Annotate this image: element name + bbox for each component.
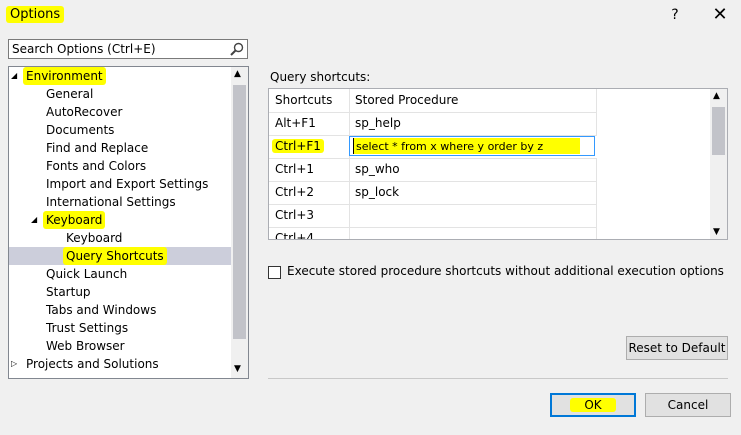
tree-item-label: Import and Export Settings bbox=[46, 177, 209, 191]
scroll-down-icon[interactable]: ▼ bbox=[713, 227, 720, 237]
tree-item[interactable]: Find and Replace bbox=[9, 139, 231, 157]
tree-item[interactable]: ◢ Keyboard bbox=[9, 211, 231, 229]
shortcut-cell[interactable]: Ctrl+2 bbox=[269, 181, 350, 204]
tree-item-label: Find and Replace bbox=[46, 141, 149, 155]
tree-item-label: Startup bbox=[46, 285, 91, 299]
search-icon[interactable] bbox=[229, 41, 245, 57]
shortcut-key: Ctrl+F1 bbox=[272, 139, 324, 153]
tree-item[interactable]: Trust Settings bbox=[9, 319, 231, 337]
procedure-cell[interactable]: sp_help bbox=[350, 112, 597, 135]
table-row[interactable]: Ctrl+4 bbox=[269, 227, 597, 240]
tree-item[interactable]: Query Shortcuts bbox=[9, 247, 231, 265]
tree-item-label: Query Shortcuts bbox=[63, 247, 167, 265]
tree-item[interactable]: Tabs and Windows bbox=[9, 301, 231, 319]
title-bar: Options ? ✕ bbox=[0, 0, 741, 32]
procedure-name: sp_who bbox=[355, 162, 400, 176]
tree-item-label: Tabs and Windows bbox=[46, 303, 157, 317]
tree-item-label: Projects and Solutions bbox=[26, 357, 159, 371]
tree-item[interactable]: Startup bbox=[9, 283, 231, 301]
tree-scroll-thumb[interactable] bbox=[233, 85, 246, 339]
procedure-input[interactable] bbox=[353, 138, 580, 154]
exec-shortcuts-label[interactable]: Execute stored procedure shortcuts witho… bbox=[287, 264, 724, 278]
shortcut-cell[interactable]: Ctrl+3 bbox=[269, 204, 350, 227]
table-row[interactable]: Ctrl+2 sp_lock bbox=[269, 181, 597, 205]
scroll-up-icon[interactable]: ▲ bbox=[713, 91, 720, 101]
tree-item-label: Fonts and Colors bbox=[46, 159, 147, 173]
tree-item-label: International Settings bbox=[46, 195, 176, 209]
reset-to-default-button[interactable]: Reset to Default bbox=[626, 336, 728, 360]
expanded-arrow-icon[interactable]: ◢ bbox=[31, 211, 37, 229]
tree-item[interactable]: General bbox=[9, 85, 231, 103]
ok-label: OK bbox=[570, 398, 616, 412]
tree-item-label: Keyboard bbox=[66, 231, 123, 245]
tree-item[interactable]: Documents bbox=[9, 121, 231, 139]
procedure-cell[interactable]: sp_lock bbox=[350, 181, 597, 204]
tree-item[interactable]: ▷ Projects and Solutions bbox=[9, 355, 231, 373]
window-title: Options bbox=[6, 6, 65, 23]
shortcut-key: Ctrl+1 bbox=[275, 162, 315, 176]
tree-item-label: Trust Settings bbox=[46, 321, 129, 335]
tree-item[interactable]: International Settings bbox=[9, 193, 231, 211]
tree-item-label: Keyboard bbox=[43, 211, 106, 229]
tree-item-label: General bbox=[46, 87, 94, 101]
shortcut-key: Ctrl+2 bbox=[275, 185, 315, 199]
tree-item-label: Web Browser bbox=[46, 339, 125, 353]
column-header-procedure[interactable]: Stored Procedure bbox=[350, 89, 597, 112]
procedure-cell[interactable] bbox=[350, 204, 597, 227]
table-row[interactable]: Ctrl+1 sp_who bbox=[269, 158, 597, 182]
tree-item[interactable]: Web Browser bbox=[9, 337, 231, 355]
shortcut-cell[interactable]: Alt+F1 bbox=[269, 112, 350, 135]
shortcut-key: Alt+F1 bbox=[275, 116, 316, 130]
shortcut-cell[interactable]: Ctrl+1 bbox=[269, 158, 350, 181]
options-tree: ◢ Environment General AutoRecover Documents F… bbox=[8, 66, 249, 379]
procedure-name bbox=[352, 208, 358, 222]
query-shortcuts-grid: Shortcuts Stored Procedure Alt+F1 sp_help Ct… bbox=[268, 88, 728, 240]
tree-item[interactable]: Fonts and Colors bbox=[9, 157, 231, 175]
cancel-button[interactable]: Cancel bbox=[645, 393, 731, 417]
expanded-arrow-icon[interactable]: ◢ bbox=[11, 67, 17, 85]
column-header-shortcuts[interactable]: Shortcuts bbox=[269, 89, 350, 112]
grid-header: Shortcuts Stored Procedure bbox=[269, 89, 597, 113]
tree-item[interactable]: ◢ Environment bbox=[9, 67, 231, 85]
grid-scrollbar[interactable]: ▲ ▼ bbox=[710, 89, 727, 239]
procedure-name: sp_help bbox=[355, 116, 401, 130]
divider bbox=[268, 378, 728, 379]
table-row[interactable]: Alt+F1 sp_help bbox=[269, 112, 597, 136]
shortcut-cell[interactable]: Ctrl+F1 bbox=[269, 135, 350, 158]
shortcut-key: Ctrl+4 bbox=[275, 231, 315, 240]
exec-shortcuts-checkbox[interactable] bbox=[268, 266, 281, 279]
tree-item-label: Quick Launch bbox=[46, 267, 128, 281]
procedure-name bbox=[352, 231, 358, 239]
procedure-cell[interactable] bbox=[350, 227, 597, 239]
grid-scroll-thumb[interactable] bbox=[712, 107, 725, 155]
tree-item-label: Environment bbox=[23, 67, 106, 85]
shortcut-key: Ctrl+3 bbox=[275, 208, 315, 222]
tree-item-label: AutoRecover bbox=[46, 105, 123, 119]
scroll-up-icon[interactable]: ▲ bbox=[234, 69, 241, 79]
search-input[interactable] bbox=[12, 41, 222, 57]
tree-item[interactable]: Keyboard bbox=[9, 229, 231, 247]
tree-item[interactable]: AutoRecover bbox=[9, 103, 231, 121]
scroll-down-icon[interactable]: ▼ bbox=[234, 364, 241, 374]
procedure-edit-cell[interactable] bbox=[349, 136, 595, 156]
tree-item[interactable]: Quick Launch bbox=[9, 265, 231, 283]
search-box[interactable] bbox=[8, 39, 248, 59]
tree-item[interactable]: Import and Export Settings bbox=[9, 175, 231, 193]
tree-item-label: Documents bbox=[46, 123, 115, 137]
table-row[interactable]: Ctrl+F1 bbox=[269, 135, 597, 159]
shortcut-cell[interactable]: Ctrl+4 bbox=[269, 227, 350, 240]
collapsed-arrow-icon[interactable]: ▷ bbox=[11, 355, 17, 373]
ok-button[interactable]: OK bbox=[550, 393, 636, 417]
column-header-label: Stored Procedure bbox=[355, 93, 459, 107]
procedure-cell[interactable]: sp_who bbox=[350, 158, 597, 181]
procedure-name: sp_lock bbox=[355, 185, 400, 199]
column-header-label: Shortcuts bbox=[275, 93, 333, 107]
tree-scrollbar[interactable]: ▲ ▼ bbox=[231, 67, 248, 378]
close-button[interactable]: ✕ bbox=[708, 4, 732, 25]
help-button[interactable]: ? bbox=[665, 7, 685, 23]
query-shortcuts-label: Query shortcuts: bbox=[270, 70, 371, 84]
table-row[interactable]: Ctrl+3 bbox=[269, 204, 597, 228]
